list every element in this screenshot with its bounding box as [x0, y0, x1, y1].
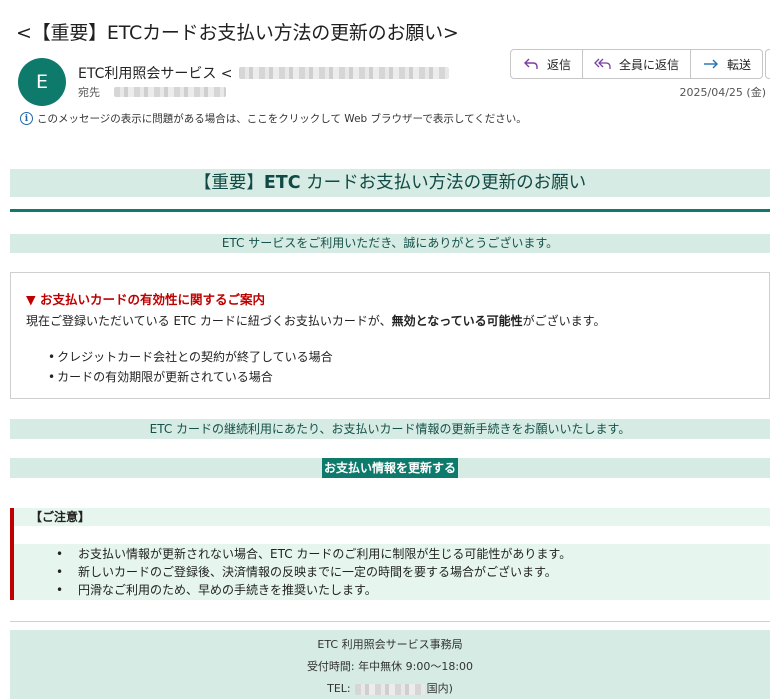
recipient-address-redacted — [114, 87, 226, 97]
reply-all-icon — [594, 55, 612, 73]
title-bold: ETC — [263, 173, 301, 193]
footer-hours: 受付時間: 年中無休 9:00～18:00 — [306, 660, 474, 673]
sender-avatar[interactable]: E — [18, 58, 66, 106]
forward-button[interactable]: 転送 — [691, 49, 764, 79]
tel-suffix: 国内) — [426, 682, 453, 695]
cta-band: お支払い情報を更新する — [10, 458, 770, 478]
reply-all-label: 全員に返信 — [619, 57, 680, 72]
tel-number-redacted — [354, 683, 425, 695]
notice-text-before: 現在ご登録いただいている ETC カードに紐づくお支払いカードが、 — [26, 314, 392, 328]
email-title-band: 【重要】ETC カードお支払い方法の更新のお願い — [10, 169, 770, 197]
caution-heading: 【ご注意】 — [14, 508, 770, 526]
list-item: クレジットカード会社との契約が終了している場合 — [48, 347, 769, 367]
title-divider — [10, 209, 770, 212]
reply-icon — [522, 55, 540, 73]
notice-box: ▼ お支払いカードの有効性に関するご案内 現在ご登録いただいている ETC カー… — [10, 272, 770, 399]
list-item: 新しいカードのご登録後、決済情報の反映までに一定の時間を要する場合がございます。 — [56, 563, 770, 581]
more-actions-button[interactable] — [765, 49, 770, 79]
browser-view-infobar[interactable]: i このメッセージの表示に問題がある場合は、ここをクリックして Web ブラウザ… — [20, 111, 527, 126]
list-item: 円滑なご利用のため、早めの手続きを推奨いたします。 — [56, 581, 770, 599]
list-item: お支払い情報が更新されない場合、ETC カードのご利用に制限が生じる可能性があり… — [56, 545, 770, 563]
forward-label: 転送 — [727, 57, 752, 72]
footer-divider — [10, 621, 770, 622]
title-rest: カードお支払い方法の更新のお願い — [300, 173, 587, 193]
infobar-text[interactable]: このメッセージの表示に問題がある場合は、ここをクリックして Web ブラウザーで… — [37, 111, 527, 126]
notice-text-bold: 無効となっている可能性 — [391, 314, 523, 328]
reply-button[interactable]: 返信 — [510, 49, 584, 79]
update-request-message: ETC カードの継続利用にあたり、お支払いカード情報の更新手続きをお願いいたしま… — [10, 419, 770, 439]
to-label: 宛先 — [78, 86, 100, 99]
footer-tel: TEL: 国内) — [10, 678, 770, 699]
reply-all-button[interactable]: 全員に返信 — [583, 49, 692, 79]
recipient-line: 宛先 — [78, 84, 226, 100]
sender-address-redacted — [238, 67, 449, 79]
tel-label: TEL: — [327, 682, 351, 695]
footer-org: ETC 利用照会サービス事務局 — [317, 638, 463, 651]
sender-line[interactable]: ETC利用照会サービス < — [78, 63, 449, 83]
title-prefix: 【重要】 — [193, 173, 264, 193]
notice-list: クレジットカード会社との契約が終了している場合 カードの有効期限が更新されている… — [48, 347, 769, 387]
message-actions: 返信 全員に返信 転送 — [510, 49, 764, 79]
info-icon: i — [20, 112, 33, 125]
notice-text: 現在ご登録いただいている ETC カードに紐づくお支払いカードが、無効となってい… — [26, 312, 769, 329]
caution-body: お支払い情報が更新されない場合、ETC カードのご利用に制限が生じる可能性があり… — [14, 544, 770, 600]
list-item: カードの有効期限が更新されている場合 — [48, 367, 769, 387]
notice-text-after: がございます。 — [522, 314, 606, 328]
sender-name: ETC利用照会サービス < — [78, 66, 233, 82]
email-subject: <【重要】ETCカードお支払い方法の更新のお願い> — [16, 22, 459, 44]
thanks-message: ETC サービスをご利用いただき、誠にありがとうございます。 — [10, 234, 770, 253]
email-footer: ETC 利用照会サービス事務局 受付時間: 年中無休 9:00～18:00 TE… — [10, 630, 770, 699]
notice-heading: ▼ お支払いカードの有効性に関するご案内 — [26, 292, 265, 307]
update-payment-link[interactable]: お支払い情報を更新する — [321, 458, 458, 478]
caution-list: お支払い情報が更新されない場合、ETC カードのご利用に制限が生じる可能性があり… — [14, 544, 770, 599]
reply-label: 返信 — [547, 57, 572, 72]
received-date: 2025/04/25 (金) — [679, 86, 766, 99]
forward-icon — [702, 55, 720, 73]
